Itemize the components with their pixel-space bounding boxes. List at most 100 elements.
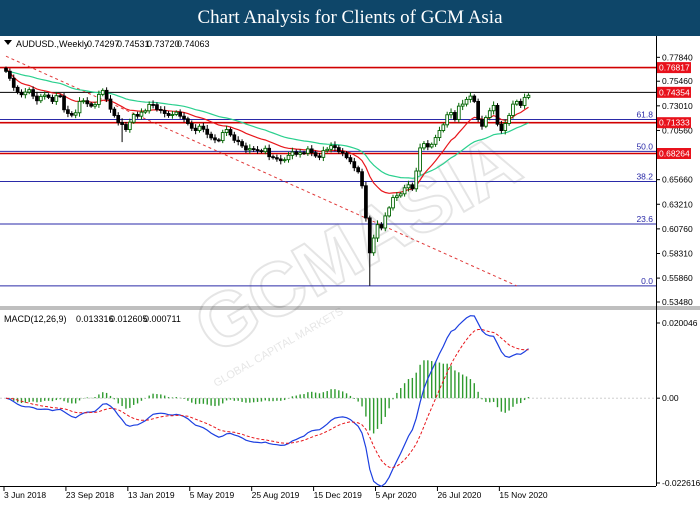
macd-value-signal: 0.012605 xyxy=(110,314,148,324)
candle-body xyxy=(38,95,43,102)
candle-body xyxy=(15,86,20,93)
candle-body xyxy=(197,125,202,131)
candle-body xyxy=(441,124,446,131)
price-tick-label: 0.65660 xyxy=(662,175,693,185)
candle-body xyxy=(325,148,330,152)
ohlc-high: 0.74531 xyxy=(117,39,150,49)
candle-body xyxy=(182,115,186,120)
candle-body xyxy=(429,143,434,148)
candle-body xyxy=(456,105,461,120)
candle-body xyxy=(271,156,275,159)
ohlc-close: 0.74063 xyxy=(177,39,210,49)
candle-body xyxy=(178,111,182,117)
candle-body xyxy=(375,224,380,239)
ohlc-low: 0.73720 xyxy=(147,39,180,49)
candle-body xyxy=(108,98,113,110)
candle-body xyxy=(147,103,152,112)
candle-body xyxy=(398,193,403,197)
candle-body xyxy=(58,95,63,98)
candle-body xyxy=(340,151,345,154)
candle-body xyxy=(507,115,511,124)
candle-body xyxy=(19,91,24,96)
candle-body xyxy=(437,130,442,139)
candle-body xyxy=(209,133,213,139)
candle-body xyxy=(352,161,357,169)
candle-body xyxy=(476,100,480,120)
candle-body xyxy=(66,109,70,114)
ohlc-open: 0.74297 xyxy=(87,39,120,49)
candle xyxy=(391,194,395,211)
candle xyxy=(387,206,391,218)
time-tick-label: 15 Nov 2020 xyxy=(499,490,547,500)
candle-body xyxy=(174,111,179,115)
candle-body xyxy=(116,115,121,123)
candle-body xyxy=(348,157,353,163)
level-price-tag-label: 0.76817 xyxy=(659,63,690,73)
candle-body xyxy=(100,89,105,95)
candle-body xyxy=(464,98,469,105)
macd-tick-label: 0.020046 xyxy=(662,318,698,328)
candle-body xyxy=(131,114,136,123)
candle-body xyxy=(425,143,430,148)
candle-body xyxy=(112,108,117,116)
candle-body xyxy=(162,110,167,114)
level-price-tag-label: 0.71333 xyxy=(659,118,690,128)
candle-body xyxy=(518,100,523,106)
candle-body xyxy=(228,129,233,136)
price-tick-label: 0.53480 xyxy=(662,297,693,307)
candle-body xyxy=(104,89,109,100)
candle-body xyxy=(124,124,128,130)
candle-body xyxy=(213,137,217,141)
candle-body xyxy=(371,237,376,254)
candle-body xyxy=(472,95,477,102)
trading-chart: GCMASIA GLOBAL CAPITAL MARKETS AUDUSD.,W… xyxy=(0,36,700,500)
ohlc-header: AUDUSD.,Weekly 0.74297 0.74531 0.73720 0… xyxy=(4,39,210,49)
candle xyxy=(62,93,66,113)
candle-body xyxy=(232,134,237,141)
candle-body xyxy=(317,155,322,158)
chart-area: GCMASIA GLOBAL CAPITAL MARKETS AUDUSD.,W… xyxy=(0,36,700,500)
candle-body xyxy=(170,114,175,116)
candle-body xyxy=(306,148,310,154)
candle xyxy=(414,167,419,192)
candle-body xyxy=(433,137,438,145)
candle-body xyxy=(309,148,314,154)
macd-header: MACD(12,26,9) 0.013316 0.012605 0.000711 xyxy=(4,314,181,324)
candle-body xyxy=(294,151,299,155)
candle xyxy=(364,181,368,222)
time-tick-label: 25 Aug 2019 xyxy=(252,490,300,500)
candle-body xyxy=(8,70,12,79)
symbol-label: AUDUSD.,Weekly xyxy=(16,39,89,49)
candle-body xyxy=(499,123,504,131)
price-tick-label: 0.55860 xyxy=(662,273,693,283)
candle-body xyxy=(267,147,272,158)
candle-body xyxy=(278,158,283,162)
candle-body xyxy=(522,96,527,106)
candle-body xyxy=(410,184,415,190)
candle xyxy=(476,98,480,123)
candle-body xyxy=(62,95,66,111)
macd-value-main: 0.013316 xyxy=(76,314,114,324)
candle-body xyxy=(484,117,488,127)
candle-body xyxy=(85,100,90,105)
page-title: Chart Analysis for Clients of GCM Asia xyxy=(0,0,700,36)
candle-body xyxy=(158,109,163,111)
candle-body xyxy=(487,110,492,118)
candle-body xyxy=(155,104,159,110)
time-tick-label: 5 May 2019 xyxy=(190,490,235,500)
candle-body xyxy=(224,129,229,134)
candle-body xyxy=(27,89,32,93)
price-tick-label: 0.60760 xyxy=(662,224,693,234)
fibonacci-level-label: 0.0 xyxy=(641,276,653,286)
candle xyxy=(371,234,376,256)
candle-body xyxy=(23,91,28,96)
candle-body xyxy=(514,100,519,105)
candle xyxy=(418,143,422,175)
candle-body xyxy=(387,207,391,217)
candle xyxy=(456,102,461,123)
time-tick-label: 3 Jun 2018 xyxy=(4,490,46,500)
candle-body xyxy=(275,157,279,160)
price-tick-label: 0.58310 xyxy=(662,248,693,258)
candle-body xyxy=(391,197,395,209)
fibonacci-level-label: 38.2 xyxy=(636,171,653,181)
